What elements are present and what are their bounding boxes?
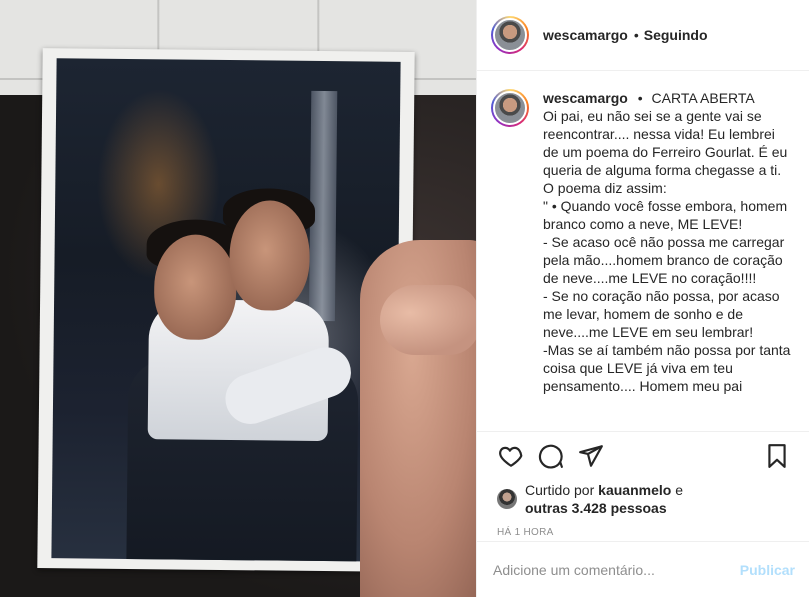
post-header: wescamargo • Seguindo — [477, 0, 809, 71]
publish-button[interactable]: Publicar — [740, 562, 795, 578]
caption-body: wescamargo • CARTA ABERTA Oi pai, eu não… — [543, 89, 793, 431]
following-button[interactable]: Seguindo — [644, 27, 708, 43]
likes-section: Curtido por kauanmelo e outras 3.428 pes… — [477, 479, 809, 519]
caption-avatar-image — [493, 91, 527, 125]
comment-input[interactable] — [493, 561, 740, 578]
header-separator: • — [633, 27, 639, 43]
share-button[interactable] — [571, 436, 611, 476]
likes-conjunction: e — [675, 482, 683, 498]
post-photo[interactable] — [0, 0, 476, 597]
left-person-face — [153, 234, 237, 341]
holding-thumb — [380, 285, 476, 355]
instagram-post: wescamargo • Seguindo wescamargo • CARTA… — [0, 0, 809, 597]
action-bar — [477, 431, 809, 479]
like-button[interactable] — [491, 436, 531, 476]
heart-icon — [499, 446, 523, 467]
save-button[interactable] — [757, 436, 797, 476]
caption-avatar[interactable] — [491, 89, 529, 127]
comment-button[interactable] — [531, 436, 571, 476]
avatar-image — [493, 18, 527, 52]
likes-text: Curtido por kauanmelo e outras 3.428 pes… — [525, 481, 683, 517]
likes-prefix: Curtido por — [525, 482, 595, 498]
bookmark-icon — [768, 443, 786, 468]
caption-text: Oi pai, eu não sei se a gente vai se ree… — [543, 108, 791, 394]
post-sidebar: wescamargo • Seguindo wescamargo • CARTA… — [476, 0, 809, 597]
caption-separator: • — [637, 90, 643, 106]
liker-avatar[interactable] — [497, 489, 517, 509]
likes-user[interactable]: kauanmelo — [598, 482, 671, 498]
caption-username[interactable]: wescamargo — [543, 90, 628, 106]
avatar[interactable] — [491, 16, 529, 54]
right-person-face — [228, 200, 311, 311]
share-icon — [579, 444, 603, 467]
caption-section: wescamargo • CARTA ABERTA Oi pai, eu não… — [477, 71, 809, 431]
comment-icon — [538, 444, 563, 468]
held-photograph — [37, 48, 415, 572]
caption-title: CARTA ABERTA — [651, 90, 755, 106]
comment-box: Publicar — [477, 541, 809, 597]
photograph-image — [51, 58, 401, 562]
header-username[interactable]: wescamargo — [543, 27, 628, 43]
likes-others[interactable]: outras 3.428 pessoas — [525, 500, 667, 516]
